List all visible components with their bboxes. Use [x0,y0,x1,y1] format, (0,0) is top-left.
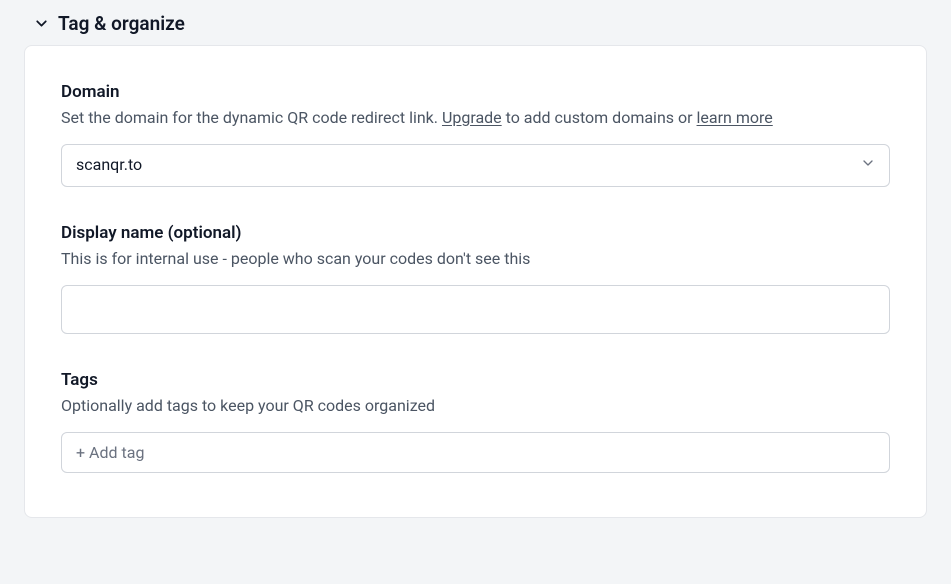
domain-select-wrap: scanqr.to [61,144,890,187]
domain-select[interactable]: scanqr.to [61,144,890,187]
tags-input[interactable]: + Add tag [61,432,890,473]
domain-label: Domain [61,82,890,102]
domain-field-group: Domain Set the domain for the dynamic QR… [61,82,890,187]
tags-label: Tags [61,370,890,390]
domain-description: Set the domain for the dynamic QR code r… [61,106,890,130]
chevron-down-icon [32,15,50,33]
display-name-description: This is for internal use - people who sc… [61,247,890,271]
tags-field-group: Tags Optionally add tags to keep your QR… [61,370,890,473]
section-header[interactable]: Tag & organize [24,6,927,45]
add-tag-placeholder: + Add tag [76,443,144,462]
tag-organize-card: Domain Set the domain for the dynamic QR… [24,45,927,518]
domain-desc-text-pre: Set the domain for the dynamic QR code r… [61,108,442,127]
upgrade-link[interactable]: Upgrade [442,108,502,127]
tags-description: Optionally add tags to keep your QR code… [61,394,890,418]
learn-more-link[interactable]: learn more [697,108,773,127]
display-name-field-group: Display name (optional) This is for inte… [61,223,890,334]
display-name-input[interactable] [61,285,890,334]
domain-desc-text-mid: to add custom domains or [502,108,697,127]
display-name-label: Display name (optional) [61,223,890,243]
section-title: Tag & organize [58,12,185,35]
